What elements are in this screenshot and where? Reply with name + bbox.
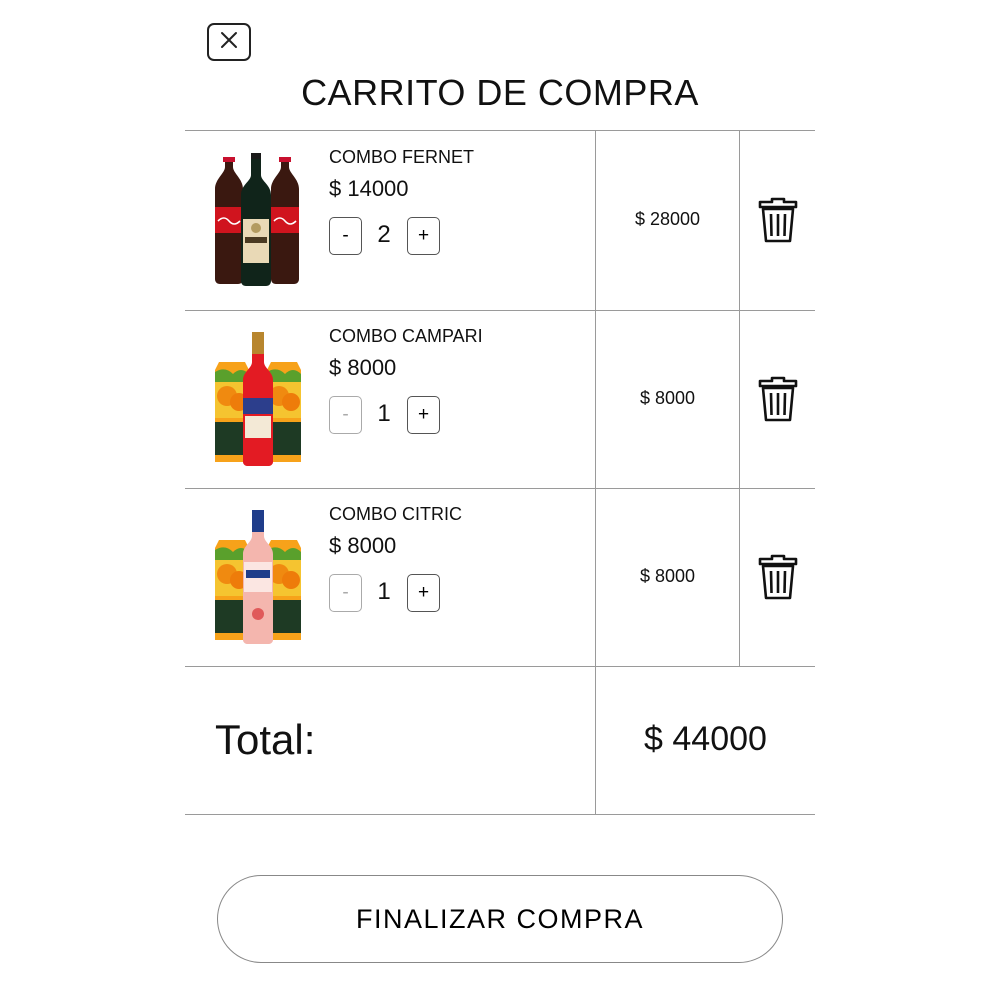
item-subtotal: $ 8000: [639, 388, 696, 408]
unit-price: $ 14000: [329, 176, 409, 201]
increase-quantity-button[interactable]: +: [407, 217, 440, 255]
quantity-value: 1: [377, 400, 391, 427]
cart-item-fernet: COMBO FERNET $ 14000 - 2 + $ 28000: [185, 131, 815, 309]
decrease-quantity-button[interactable]: -: [329, 217, 362, 255]
total-value: $ 44000: [644, 720, 767, 758]
divider: [185, 666, 815, 667]
trash-icon[interactable]: [755, 552, 801, 602]
fernet-combo-image: [215, 153, 301, 287]
total-label: Total:: [215, 716, 316, 763]
product-name: COMBO FERNET: [329, 147, 475, 167]
trash-icon[interactable]: [755, 374, 801, 424]
unit-price: $ 8000: [329, 533, 397, 558]
citric-combo-image: [215, 510, 301, 644]
quantity-value: 2: [377, 221, 391, 248]
cart-title: CARRITO DE COMPRA: [301, 72, 699, 113]
increase-quantity-button[interactable]: +: [407, 396, 440, 434]
decrease-quantity-button[interactable]: -: [329, 396, 362, 434]
cart-item-campari: COMBO CAMPARI $ 8000 - 1 + $ 8000: [185, 310, 815, 488]
decrease-quantity-button[interactable]: -: [329, 574, 362, 612]
quantity-value: 1: [377, 578, 391, 605]
item-subtotal: $ 28000: [634, 209, 701, 229]
trash-icon[interactable]: [755, 195, 801, 245]
item-subtotal: $ 8000: [639, 566, 696, 586]
cart-item-citric: COMBO CITRIC $ 8000 - 1 + $ 8000: [185, 488, 815, 666]
close-icon: [219, 30, 239, 55]
unit-price: $ 8000: [329, 355, 397, 380]
campari-combo-image: [215, 332, 301, 466]
divider: [185, 814, 815, 815]
product-name: COMBO CAMPARI: [329, 326, 483, 346]
checkout-button[interactable]: FINALIZAR COMPRA: [217, 875, 783, 963]
product-name: COMBO CITRIC: [329, 504, 462, 524]
increase-quantity-button[interactable]: +: [407, 574, 440, 612]
close-button[interactable]: [207, 23, 251, 61]
